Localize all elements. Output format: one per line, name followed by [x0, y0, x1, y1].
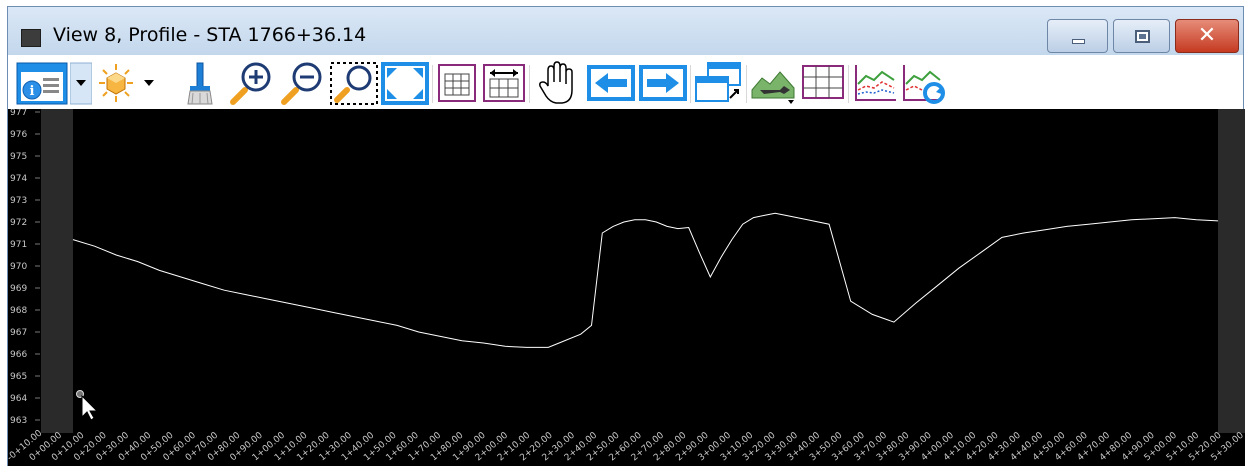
profile-plot-area[interactable]: 963 964 965 966 967 968 969 970 971 972 973 974 975 9… [8, 109, 1245, 466]
y-tick-label: 975 [10, 152, 27, 162]
y-tick-label: 974 [10, 174, 27, 184]
zoom-in-icon [230, 62, 271, 105]
fit-view-button[interactable] [380, 60, 430, 106]
grid-toggle-icon [802, 65, 844, 99]
arrow-left-icon [587, 65, 635, 101]
plot-background [8, 109, 1245, 466]
view-attributes-button[interactable]: i [15, 60, 69, 106]
exaggeration-button[interactable] [436, 60, 478, 106]
y-tick-label: 967 [10, 328, 27, 338]
view-toolbar: i [8, 55, 1243, 109]
view-attributes-icon: i [16, 62, 68, 105]
window-area-icon [330, 62, 378, 105]
y-tick-label: 970 [10, 262, 27, 272]
profile-chart-icon [855, 65, 896, 101]
grid-icon [438, 64, 476, 102]
brush-icon [187, 62, 213, 105]
maximize-button[interactable] [1113, 19, 1170, 53]
grid-toggle-button[interactable] [800, 60, 846, 106]
zoom-out-button[interactable] [278, 60, 326, 106]
y-tick-label: 971 [10, 240, 27, 250]
title-bar[interactable]: View 8, Profile - STA 1766+36.14 ✕ [8, 7, 1243, 55]
close-button[interactable]: ✕ [1175, 19, 1239, 53]
toolbar-separator [690, 65, 691, 103]
copy-view-icon [695, 62, 741, 102]
toolbar-separator [746, 65, 747, 103]
maximize-icon [1135, 30, 1150, 43]
y-tick-label: 973 [10, 196, 27, 206]
y-tick-label: 964 [10, 394, 27, 404]
refresh-profile-icon [903, 65, 945, 104]
app-icon [21, 29, 41, 47]
fit-view-icon [381, 62, 429, 105]
y-tick-label: 976 [10, 130, 27, 140]
chevron-down-icon [144, 80, 154, 86]
zoom-out-icon [281, 62, 322, 105]
y-tick-label: 977 [10, 109, 27, 118]
y-tick-label: 966 [10, 350, 27, 360]
view-attributes-dropdown[interactable] [70, 60, 92, 106]
chevron-down-icon [70, 62, 92, 105]
terrain-button[interactable] [750, 60, 798, 106]
copy-view-button[interactable] [694, 60, 744, 106]
horizontal-scale-button[interactable] [481, 60, 527, 106]
y-tick-label: 965 [10, 372, 27, 382]
horizontal-scale-icon [483, 64, 525, 102]
left-band [41, 109, 73, 433]
right-band [1218, 109, 1245, 433]
minimize-button[interactable] [1047, 19, 1108, 53]
display-style-dropdown[interactable] [138, 60, 160, 106]
minimize-icon [1072, 39, 1085, 44]
y-tick-label: 969 [10, 284, 27, 294]
y-tick-label: 963 [10, 416, 27, 426]
update-view-button[interactable] [178, 60, 222, 106]
close-icon: ✕ [1197, 23, 1217, 48]
arrow-right-icon [639, 65, 687, 101]
previous-view-button[interactable] [586, 60, 636, 106]
toolbar-separator [848, 65, 849, 103]
profile-view-window: View 8, Profile - STA 1766+36.14 ✕ i 963… [7, 6, 1245, 466]
hand-icon [539, 61, 573, 104]
y-tick-label: 972 [10, 218, 27, 228]
zoom-in-button[interactable] [227, 60, 275, 106]
display-style-button[interactable] [96, 60, 136, 106]
toolbar-separator [529, 65, 530, 103]
window-title: View 8, Profile - STA 1766+36.14 [53, 24, 367, 46]
toolbar-separator [432, 65, 433, 103]
window-area-button[interactable] [329, 60, 379, 106]
refresh-profile-button[interactable] [900, 60, 950, 106]
profile-chart[interactable]: 963 964 965 966 967 968 969 970 971 972 973 974 975 9… [8, 109, 1245, 466]
next-view-button[interactable] [638, 60, 688, 106]
profile-display-button[interactable] [852, 60, 898, 106]
display-style-icon [99, 64, 133, 102]
svg-text:i: i [30, 84, 35, 99]
pan-view-button[interactable] [534, 60, 584, 106]
y-tick-label: 968 [10, 306, 27, 316]
terrain-icon [751, 71, 795, 104]
